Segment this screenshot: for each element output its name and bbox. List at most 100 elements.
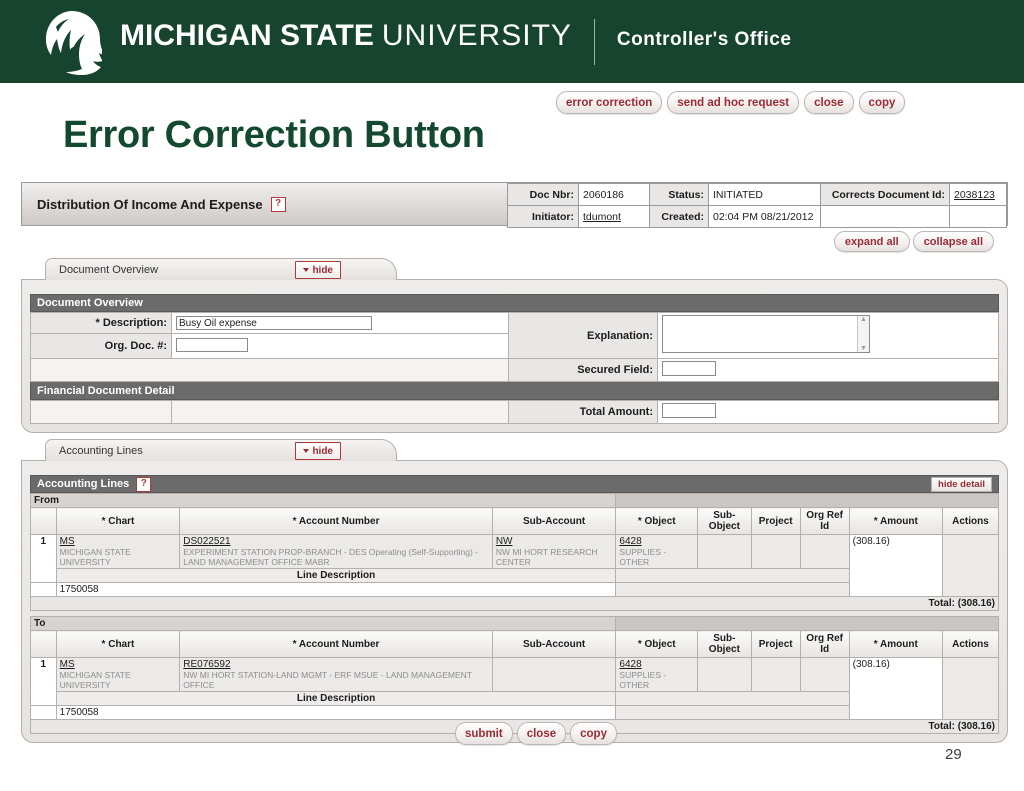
sub-unit-label: Controller's Office: [616, 28, 792, 50]
document-header: Distribution Of Income And Expense ? Doc…: [21, 182, 1008, 228]
document-header-table: Doc Nbr: 2060186 Status: INITIATED Corre…: [507, 183, 1007, 228]
sub-account-description: NW MI HORT RESEARCH CENTER: [495, 547, 598, 567]
chevron-down-icon: [303, 268, 310, 272]
cell-org-ref-id: [799, 657, 850, 692]
tab-document-overview-label: Document Overview: [59, 263, 159, 276]
line-description-value: 1750058: [55, 582, 617, 597]
group-label-to-filler: [615, 616, 999, 631]
cell-sub-object: [697, 534, 752, 569]
wordmark-light: UNIVERSITY: [381, 18, 572, 52]
tab-document-overview[interactable]: Document Overview hide: [45, 258, 397, 280]
col-sub-object: Sub-Object: [697, 507, 752, 535]
status-label: Status:: [649, 183, 709, 206]
submit-button[interactable]: submit: [455, 722, 513, 745]
object-code-link[interactable]: 6428: [619, 536, 694, 547]
cell-object: 6428 SUPPLIES - OTHER: [615, 534, 699, 569]
table-row: 1 MS MICHIGAN STATE UNIVERSITY RE076592 …: [30, 657, 1000, 720]
cell-chart: MS MICHIGAN STATE UNIVERSITY: [55, 534, 181, 569]
created-label: Created:: [649, 205, 709, 228]
group-label-row-from: From: [29, 493, 999, 508]
copy-button[interactable]: copy: [858, 91, 906, 114]
object-description: SUPPLIES - OTHER: [619, 670, 667, 690]
account-number-link[interactable]: DS022521: [183, 536, 489, 547]
copy-button-bottom[interactable]: copy: [570, 722, 617, 745]
document-overview-section-header: Document Overview: [30, 294, 999, 312]
cell-project: [750, 657, 801, 692]
initiator-link[interactable]: tdumont: [583, 211, 621, 223]
accounting-lines-from-table: From * Chart * Account Number Sub-Accoun…: [29, 493, 1000, 611]
total-spacer-1: [30, 400, 172, 424]
cell-sub-account: NW NW MI HORT RESEARCH CENTER: [491, 534, 617, 569]
financial-document-detail-header: Financial Document Detail: [30, 382, 999, 400]
col-sub-account: Sub-Account: [491, 507, 617, 535]
sub-account-link[interactable]: NW: [496, 536, 613, 547]
cell-sub-object: [697, 657, 752, 692]
close-button[interactable]: close: [804, 91, 854, 114]
cell-account-number: RE076592 NW MI HORT STATION-LAND MGMT - …: [179, 657, 493, 692]
cell-object: 6428 SUPPLIES - OTHER: [615, 657, 699, 692]
chevron-down-icon: [303, 449, 310, 453]
header-empty-cell-2: [949, 205, 1007, 228]
col-amount: * Amount: [848, 630, 943, 658]
line-description-header: Line Description: [55, 568, 617, 583]
slide-page-number: 29: [945, 746, 962, 763]
chart-code-link[interactable]: MS: [60, 659, 177, 670]
group-label-from: From: [29, 493, 617, 508]
hide-detail-button[interactable]: hide detail: [931, 476, 992, 492]
question-mark-icon[interactable]: ?: [136, 476, 152, 492]
explanation-textarea[interactable]: ▲ ▼: [662, 315, 870, 353]
col-amount: * Amount: [848, 507, 943, 535]
line-description-header-filler: [615, 568, 850, 583]
col-account-number: * Account Number: [179, 507, 493, 535]
table-header-row: * Chart * Account Number Sub-Account * O…: [30, 630, 1000, 658]
table-row: 1 MS MICHIGAN STATE UNIVERSITY DS022521 …: [30, 534, 1000, 597]
financial-document-detail-label: Financial Document Detail: [37, 384, 175, 397]
document-overview-body: Document Overview * Description: Busy Oi…: [21, 279, 1008, 433]
page-title: Error Correction Button: [63, 114, 485, 156]
send-ad-hoc-request-button[interactable]: send ad hoc request: [667, 91, 800, 114]
cell-amount: (308.16): [848, 657, 943, 720]
chart-description: MICHIGAN STATE UNIVERSITY: [59, 547, 131, 567]
close-button-bottom[interactable]: close: [516, 722, 567, 745]
description-input[interactable]: Busy Oil expense: [176, 316, 372, 331]
document-overview-hide-button[interactable]: hide: [295, 261, 341, 279]
document-overview-hide-label: hide: [312, 264, 333, 276]
table-header-row: * Chart * Account Number Sub-Account * O…: [30, 507, 1000, 535]
line-description-value: 1750058: [55, 705, 617, 720]
collapse-all-button[interactable]: collapse all: [912, 231, 994, 252]
object-code-link[interactable]: 6428: [619, 659, 694, 670]
accounting-lines-panel: Accounting Lines hide Accounting Lines ?…: [21, 439, 1008, 743]
tab-accounting-lines[interactable]: Accounting Lines hide: [45, 439, 397, 461]
total-amount-cell: [657, 400, 999, 424]
accounting-lines-tabbar: Accounting Lines hide: [21, 439, 1008, 461]
cell-project: [750, 534, 801, 569]
accounting-lines-hide-button[interactable]: hide: [295, 442, 341, 460]
object-description: SUPPLIES - OTHER: [619, 547, 667, 567]
scroll-up-icon[interactable]: ▲: [860, 316, 867, 323]
corrects-document-id-link[interactable]: 2038123: [954, 189, 995, 201]
msu-banner: MICHIGAN STATE UNIVERSITY Controller's O…: [0, 0, 1024, 83]
expand-all-button[interactable]: expand all: [833, 231, 910, 252]
scroll-down-icon[interactable]: ▼: [860, 345, 867, 352]
cell-actions: [941, 657, 1000, 720]
document-type-title: Distribution Of Income And Expense ?: [22, 183, 507, 225]
question-mark-icon[interactable]: ?: [270, 196, 286, 212]
textarea-scrollbar[interactable]: ▲ ▼: [857, 316, 869, 352]
col-actions: Actions: [941, 630, 1000, 658]
cell-org-ref-id: [799, 534, 850, 569]
col-sub-account: Sub-Account: [491, 630, 617, 658]
cell-amount: (308.16): [848, 534, 943, 597]
accounting-lines-hide-label: hide: [312, 445, 333, 457]
chart-code-link[interactable]: MS: [60, 536, 177, 547]
created-value: 02:04 PM 08/21/2012: [708, 205, 821, 228]
org-doc-input[interactable]: [176, 337, 248, 352]
group-total-row-from: Total: (308.16): [30, 596, 999, 611]
cell-account-number: DS022521 EXPERIMENT STATION PROP-BRANCH …: [179, 534, 493, 569]
error-correction-button[interactable]: error correction: [556, 91, 663, 114]
col-project: Project: [750, 507, 801, 535]
expand-collapse-bar: expand all collapse all: [21, 231, 1008, 252]
account-number-link[interactable]: RE076592: [183, 659, 489, 670]
doc-nbr-label: Doc Nbr:: [507, 183, 579, 206]
org-doc-label: Org. Doc. #:: [30, 333, 172, 359]
secured-field-input[interactable]: [662, 361, 716, 376]
